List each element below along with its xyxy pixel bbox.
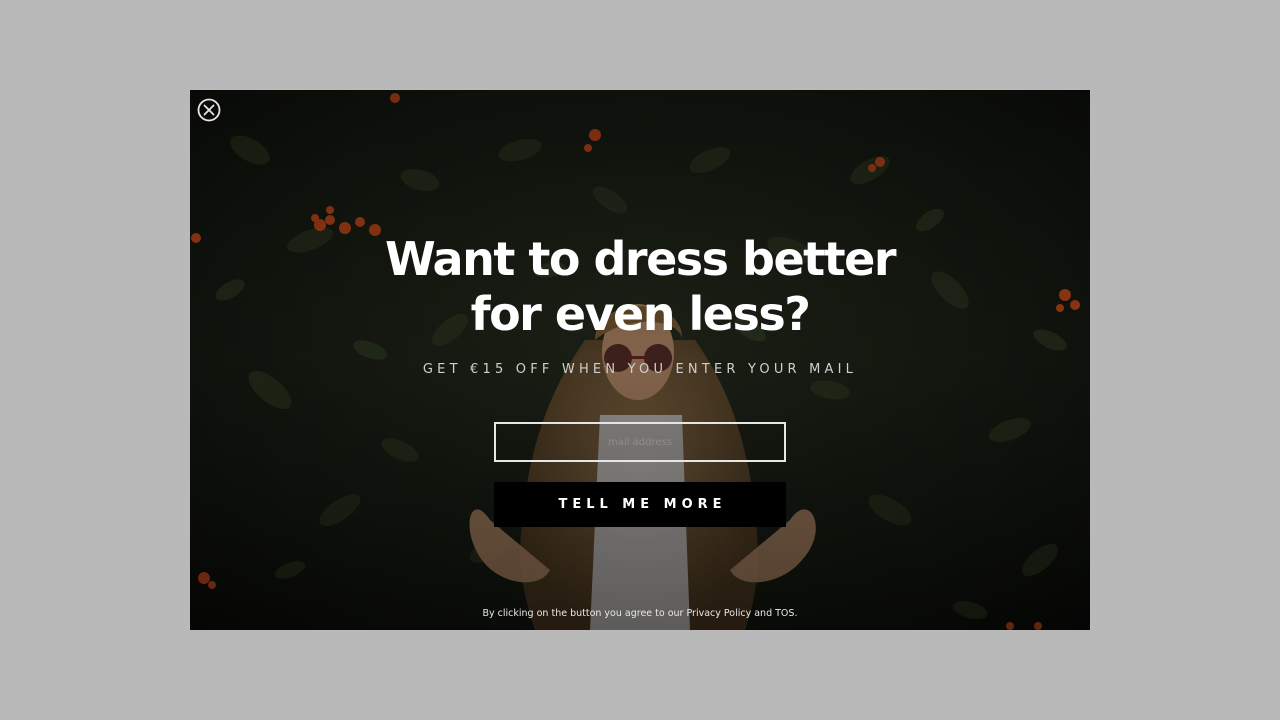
close-circle-icon bbox=[197, 98, 221, 122]
discount-subheadline: GET €15 OFF WHEN YOU ENTER YOUR MAIL bbox=[422, 362, 858, 377]
privacy-disclaimer: By clicking on the button you agree to o… bbox=[482, 608, 798, 619]
headline-line-1: Want to dress better bbox=[384, 232, 897, 286]
background-photo bbox=[190, 90, 1090, 630]
close-button[interactable] bbox=[197, 98, 221, 122]
tell-me-more-button[interactable]: TELL ME MORE bbox=[494, 482, 786, 527]
popup-headline: Want to dress better for even less? bbox=[340, 232, 940, 342]
newsletter-popup: Want to dress better for even less? GET … bbox=[190, 90, 1090, 630]
email-input[interactable] bbox=[494, 422, 786, 462]
headline-line-2: for even less? bbox=[470, 287, 811, 341]
